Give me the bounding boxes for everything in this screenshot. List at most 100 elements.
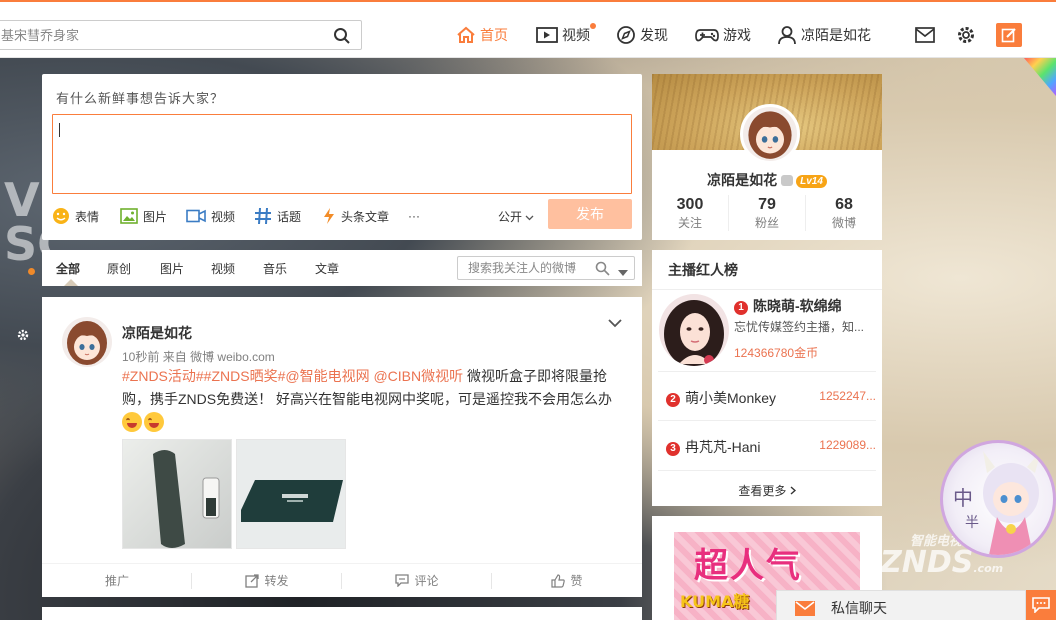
tool-image[interactable]: 图片 bbox=[120, 206, 167, 226]
level-badge[interactable]: Lv14 bbox=[796, 175, 827, 188]
tab-video[interactable]: 视频 bbox=[211, 260, 235, 277]
hotlist-title: 主播红人榜 bbox=[668, 262, 738, 278]
post-time[interactable]: 10秒前 bbox=[122, 350, 159, 364]
stat-followers[interactable]: 79 粉丝 bbox=[729, 195, 806, 231]
hotlist-row[interactable]: 2 萌小美Monkey 1252247... bbox=[666, 388, 876, 408]
profile-name[interactable]: 凉陌是如花 Lv14 bbox=[652, 170, 882, 190]
video-icon bbox=[536, 27, 558, 43]
hotlist-first-name[interactable]: 1 陈晓萌-软绵绵 bbox=[734, 296, 842, 316]
profile-name-text: 凉陌是如花 bbox=[707, 172, 778, 188]
profile-avatar[interactable] bbox=[740, 104, 800, 164]
publisher-title: 有什么新鲜事想告诉大家？ bbox=[56, 92, 225, 107]
private-chat-bar[interactable]: 私信聊天 bbox=[776, 590, 1026, 620]
profile-stats: 300 关注 79 粉丝 68 微博 bbox=[652, 195, 882, 231]
tab-all[interactable]: 全部 bbox=[56, 260, 80, 277]
post-source-prefix: 来自 bbox=[162, 350, 187, 364]
tab-article[interactable]: 文章 bbox=[315, 260, 339, 277]
gear-icon[interactable] bbox=[956, 25, 976, 48]
compose-button[interactable] bbox=[996, 23, 1022, 47]
global-search bbox=[0, 20, 362, 50]
chat-toggle-button[interactable] bbox=[1026, 590, 1056, 620]
rank-badge: 2 bbox=[666, 393, 680, 407]
tab-original[interactable]: 原创 bbox=[107, 260, 131, 277]
chevron-down-icon bbox=[525, 215, 534, 221]
nav-home[interactable]: 首页 bbox=[456, 24, 508, 46]
nav-home-label: 首页 bbox=[480, 27, 508, 43]
tab-image[interactable]: 图片 bbox=[160, 260, 184, 277]
tool-more[interactable]: ··· bbox=[408, 206, 420, 226]
feed-post: 凉陌是如花 10秒前 来自 微博 weibo.com #ZNDS活动##ZNDS… bbox=[42, 297, 642, 597]
stat-following[interactable]: 300 关注 bbox=[652, 195, 729, 231]
post-actions: 推广 转发 评论 赞 bbox=[42, 563, 642, 597]
robot-icon bbox=[781, 175, 794, 186]
repost-icon bbox=[245, 573, 260, 588]
compass-icon bbox=[617, 26, 635, 44]
image-icon bbox=[120, 208, 138, 224]
caret-down-icon[interactable] bbox=[618, 265, 628, 279]
avatar[interactable] bbox=[62, 317, 112, 367]
chat-bubble-icon bbox=[1032, 597, 1050, 613]
tool-video[interactable]: 视频 bbox=[186, 206, 235, 226]
tab-pointer bbox=[64, 279, 78, 286]
stat-posts-label: 微博 bbox=[831, 216, 856, 230]
feed-search-input[interactable] bbox=[458, 257, 588, 279]
new-dot bbox=[590, 23, 596, 29]
stat-followers-num: 79 bbox=[758, 196, 776, 213]
nav-game[interactable]: 游戏 bbox=[695, 24, 751, 46]
hotlist-more-link[interactable]: 查看更多 bbox=[652, 482, 882, 499]
nav-video[interactable]: 视频 bbox=[536, 23, 596, 46]
skin-settings-icon[interactable] bbox=[16, 328, 30, 342]
like-button[interactable]: 赞 bbox=[492, 572, 642, 589]
emoji-icon bbox=[53, 208, 69, 224]
hotlist-row[interactable]: 3 冉芃芃-Hani 1229089... bbox=[666, 437, 876, 457]
privacy-label: 公开 bbox=[498, 210, 523, 224]
hotlist-row-value: 1229089... bbox=[819, 438, 876, 452]
like-label: 赞 bbox=[570, 574, 583, 588]
stat-posts[interactable]: 68 微博 bbox=[806, 195, 882, 231]
post-emojis bbox=[122, 412, 164, 432]
hashtag-icon bbox=[255, 207, 271, 225]
hotlist-first-value: 124366780金币 bbox=[734, 346, 819, 360]
hotlist-first-name-text: 陈晓萌-软绵绵 bbox=[753, 298, 842, 314]
mascot-badge[interactable]: 中 半 bbox=[940, 440, 1056, 558]
next-feed-post bbox=[42, 607, 642, 620]
post-publisher: 有什么新鲜事想告诉大家？ 表情 图片 视频 话题 头条文章 ··· 公开 发布 bbox=[42, 74, 642, 240]
search-icon[interactable] bbox=[333, 27, 351, 48]
gamepad-icon bbox=[695, 29, 719, 42]
global-search-input[interactable] bbox=[0, 21, 319, 49]
privacy-select[interactable]: 公开 bbox=[498, 208, 534, 225]
post-image-box[interactable] bbox=[236, 439, 346, 549]
publisher-textarea[interactable] bbox=[52, 114, 632, 194]
lightning-icon bbox=[324, 208, 334, 224]
post-menu-chevron-icon[interactable] bbox=[608, 317, 622, 331]
tool-video-label: 视频 bbox=[211, 209, 236, 224]
search-icon[interactable] bbox=[595, 261, 610, 279]
hotlist-more-label: 查看更多 bbox=[738, 484, 787, 498]
post-author[interactable]: 凉陌是如花 bbox=[122, 323, 192, 343]
promote-button[interactable]: 推广 bbox=[42, 572, 192, 589]
mail-icon[interactable] bbox=[915, 27, 935, 46]
nav-profile[interactable]: 凉陌是如花 bbox=[777, 24, 871, 46]
compose-icon bbox=[1001, 28, 1016, 43]
tool-emoji[interactable]: 表情 bbox=[52, 206, 99, 226]
watermark-en: ZNDS bbox=[880, 545, 974, 580]
post-text: #ZNDS活动##ZNDS晒奖#@智能电视网 @CIBN微视听 微视听盒子即将限… bbox=[122, 365, 622, 411]
nav-discover[interactable]: 发现 bbox=[616, 24, 668, 46]
publish-button[interactable]: 发布 bbox=[548, 199, 632, 229]
chibi-text2: 半 bbox=[965, 515, 979, 531]
nav-video-label: 视频 bbox=[562, 27, 590, 43]
tab-music[interactable]: 音乐 bbox=[263, 260, 287, 277]
feed-search bbox=[457, 256, 635, 280]
repost-button[interactable]: 转发 bbox=[192, 572, 342, 589]
hotlist-first-avatar[interactable] bbox=[659, 294, 729, 366]
post-source[interactable]: 微博 weibo.com bbox=[190, 350, 275, 364]
post-image-remote[interactable] bbox=[122, 439, 232, 549]
background-dot bbox=[28, 268, 35, 275]
tool-topic[interactable]: 话题 bbox=[254, 206, 301, 226]
tool-article[interactable]: 头条文章 bbox=[322, 206, 389, 226]
repost-label: 转发 bbox=[264, 574, 289, 588]
watermark-dom: .com bbox=[973, 562, 1004, 575]
post-tags[interactable]: #ZNDS活动##ZNDS晒奖#@智能电视网 @CIBN微视听 bbox=[122, 368, 463, 384]
comment-button[interactable]: 评论 bbox=[342, 572, 492, 589]
feed-tabs: 全部 原创 图片 视频 音乐 文章 bbox=[42, 250, 642, 286]
